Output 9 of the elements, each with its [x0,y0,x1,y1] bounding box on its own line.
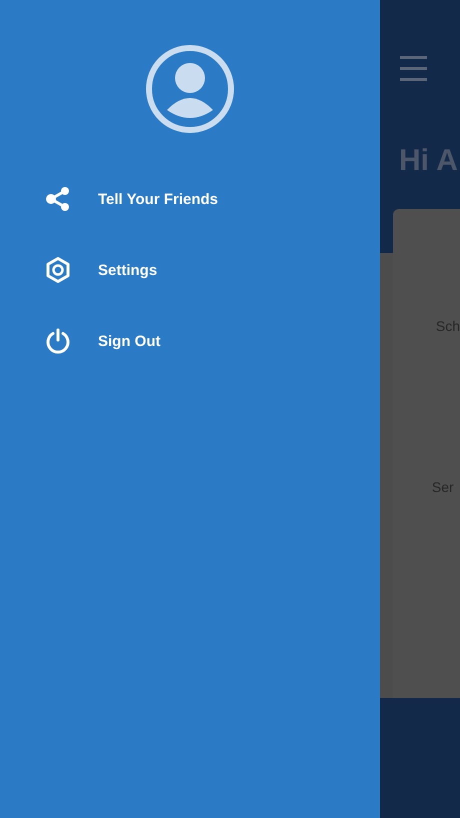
settings-icon[interactable] [45,257,71,283]
avatar-icon[interactable] [145,44,235,134]
power-icon[interactable] [45,328,71,354]
share-icon[interactable] [45,186,71,212]
menu-icon[interactable] [400,56,427,82]
menu-item[interactable]: Sign Out [98,332,160,350]
menu-item[interactable]: Tell Your Friends [98,190,218,208]
menu-item[interactable]: Settings [98,262,158,278]
greeting-title: Hi A [399,144,459,178]
